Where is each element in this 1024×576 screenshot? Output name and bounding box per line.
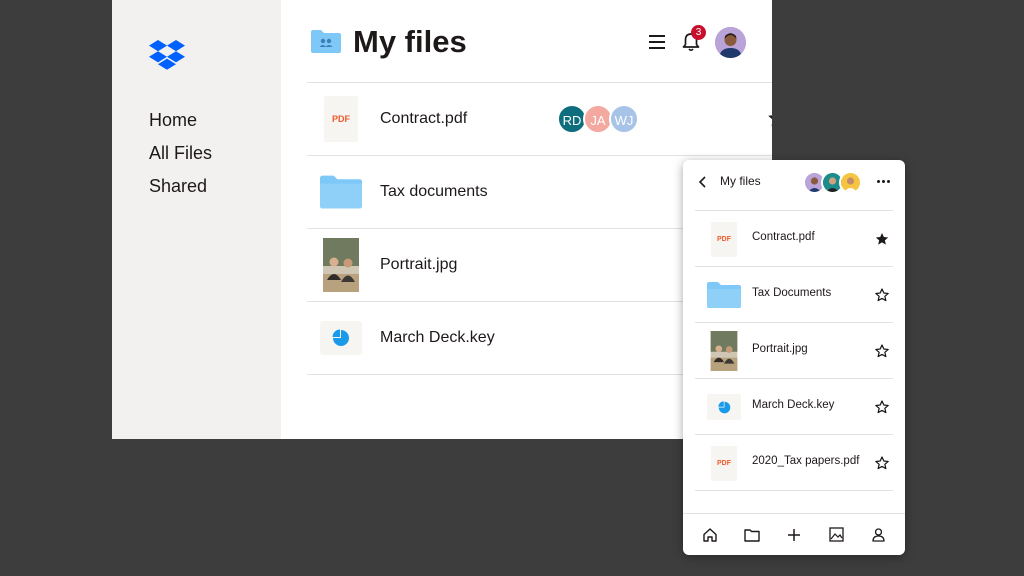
plus-icon[interactable] [783, 524, 805, 546]
file-thumbnail: PDF [705, 220, 743, 258]
keynote-file-icon [320, 321, 362, 355]
mobile-tab-bar [683, 513, 905, 555]
mobile-header: My files [683, 160, 905, 210]
sidebar: Home All Files Shared [112, 0, 281, 439]
pdf-icon: PDF [324, 96, 358, 142]
star-outline-icon[interactable] [875, 400, 889, 414]
file-thumbnail [320, 238, 362, 292]
collaborator-avatar[interactable]: WJ [609, 104, 639, 134]
file-thumbnail [320, 167, 362, 217]
sidebar-nav: Home All Files Shared [149, 109, 212, 208]
mobile-file-list: PDF Contract.pdf Tax Documents Portrait.… [695, 210, 893, 491]
file-name[interactable]: 2020_Tax papers.pdf [752, 455, 859, 467]
mobile-file-row[interactable]: Portrait.jpg [695, 323, 893, 379]
page-header: My files 3 [307, 22, 746, 62]
back-arrow-icon[interactable] [698, 176, 708, 188]
shared-members-avatars[interactable] [803, 171, 862, 194]
sidebar-item-home[interactable]: Home [149, 109, 212, 142]
shared-folder-icon [311, 30, 341, 53]
file-thumbnail [705, 276, 743, 314]
pdf-icon: PDF [711, 445, 737, 481]
more-options-icon[interactable] [877, 180, 890, 183]
user-avatar[interactable] [715, 26, 746, 58]
desktop-window: Home All Files Shared My files 3 PDF Con… [112, 0, 772, 439]
mobile-file-row[interactable]: March Deck.key [695, 379, 893, 435]
file-thumbnail: PDF [705, 444, 743, 482]
star-filled-icon[interactable] [875, 232, 889, 246]
mobile-app-panel: My files PDF Contract.pdf Tax Documents [683, 160, 905, 555]
folder-icon [707, 282, 741, 308]
star-outline-icon[interactable] [875, 288, 889, 302]
star-outline-icon[interactable] [875, 344, 889, 358]
sidebar-item-all-files[interactable]: All Files [149, 142, 212, 175]
member-avatar [839, 171, 862, 194]
file-name[interactable]: Portrait.jpg [380, 256, 457, 274]
photos-icon[interactable] [825, 524, 847, 546]
star-filled-icon[interactable] [767, 108, 772, 128]
collaborator-avatars: RD JA WJ [557, 104, 639, 134]
mobile-file-row[interactable]: Tax Documents [695, 267, 893, 323]
file-thumbnail: PDF [320, 94, 362, 144]
file-name[interactable]: March Deck.key [752, 399, 834, 411]
folder-icon [320, 175, 362, 209]
file-name[interactable]: Portrait.jpg [752, 343, 808, 355]
mobile-file-row[interactable]: PDF Contract.pdf [695, 211, 893, 267]
pdf-icon: PDF [711, 221, 737, 257]
page-title: My files [353, 24, 467, 59]
file-thumbnail [320, 313, 362, 363]
file-name[interactable]: Contract.pdf [752, 231, 815, 243]
file-thumbnail [705, 388, 743, 426]
file-thumbnail [705, 331, 743, 371]
file-name[interactable]: Tax documents [380, 183, 488, 201]
file-name[interactable]: March Deck.key [380, 329, 495, 347]
mobile-file-row[interactable]: PDF 2020_Tax papers.pdf [695, 435, 893, 491]
header-actions: 3 [649, 25, 746, 58]
file-row[interactable]: PDF Contract.pdf RD JA WJ [307, 83, 772, 156]
pie-chart-icon [332, 329, 349, 346]
sidebar-item-shared[interactable]: Shared [149, 175, 212, 208]
notifications-button[interactable]: 3 [681, 25, 706, 52]
hamburger-menu-icon[interactable] [649, 35, 665, 49]
file-name[interactable]: Contract.pdf [380, 110, 467, 128]
folder-icon[interactable] [741, 524, 763, 546]
keynote-file-icon [707, 394, 741, 420]
mobile-title: My files [720, 174, 761, 188]
photo-thumbnail-image [323, 238, 359, 292]
account-icon[interactable] [867, 524, 889, 546]
photo-thumbnail-image [710, 331, 738, 371]
dropbox-logo-icon[interactable] [149, 40, 185, 70]
star-outline-icon[interactable] [875, 456, 889, 470]
notification-badge: 3 [691, 25, 706, 40]
pie-chart-icon [717, 400, 730, 413]
file-name[interactable]: Tax Documents [752, 287, 831, 299]
home-icon[interactable] [699, 524, 721, 546]
